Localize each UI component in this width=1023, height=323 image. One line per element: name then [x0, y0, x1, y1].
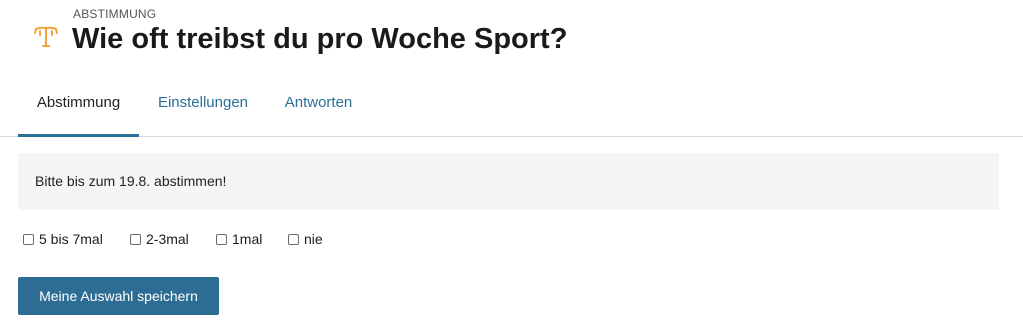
checkbox[interactable]: [23, 233, 34, 245]
page-title: Wie oft treibst du pro Woche Sport?: [72, 23, 568, 55]
option-nie[interactable]: nie: [288, 229, 323, 249]
tab-antworten[interactable]: Antworten: [281, 80, 356, 134]
tab-einstellungen[interactable]: Einstellungen: [155, 80, 251, 134]
tab-abstimmung[interactable]: Abstimmung: [18, 80, 139, 137]
option-5-bis-7mal[interactable]: 5 bis 7mal: [23, 229, 103, 249]
option-label: 5 bis 7mal: [39, 231, 103, 247]
notice-text: Bitte bis zum 19.8. abstimmen!: [35, 173, 227, 189]
header: ABSTIMMUNG Wie oft treibst du pro Woche …: [0, 0, 1023, 72]
option-1mal[interactable]: 1mal: [216, 229, 262, 249]
option-label: nie: [304, 231, 323, 247]
option-label: 1mal: [232, 231, 263, 247]
page-kicker: ABSTIMMUNG: [73, 7, 157, 21]
deadline-notice: Bitte bis zum 19.8. abstimmen!: [18, 153, 999, 210]
poll-icon: [32, 22, 60, 50]
checkbox[interactable]: [288, 233, 299, 245]
tab-bar: Abstimmung Einstellungen Antworten: [0, 80, 1023, 137]
option-2-3mal[interactable]: 2-3mal: [130, 229, 189, 249]
checkbox[interactable]: [216, 233, 227, 245]
checkbox[interactable]: [130, 233, 141, 245]
save-selection-button[interactable]: Meine Auswahl speichern: [18, 277, 219, 315]
option-label: 2-3mal: [146, 231, 189, 247]
